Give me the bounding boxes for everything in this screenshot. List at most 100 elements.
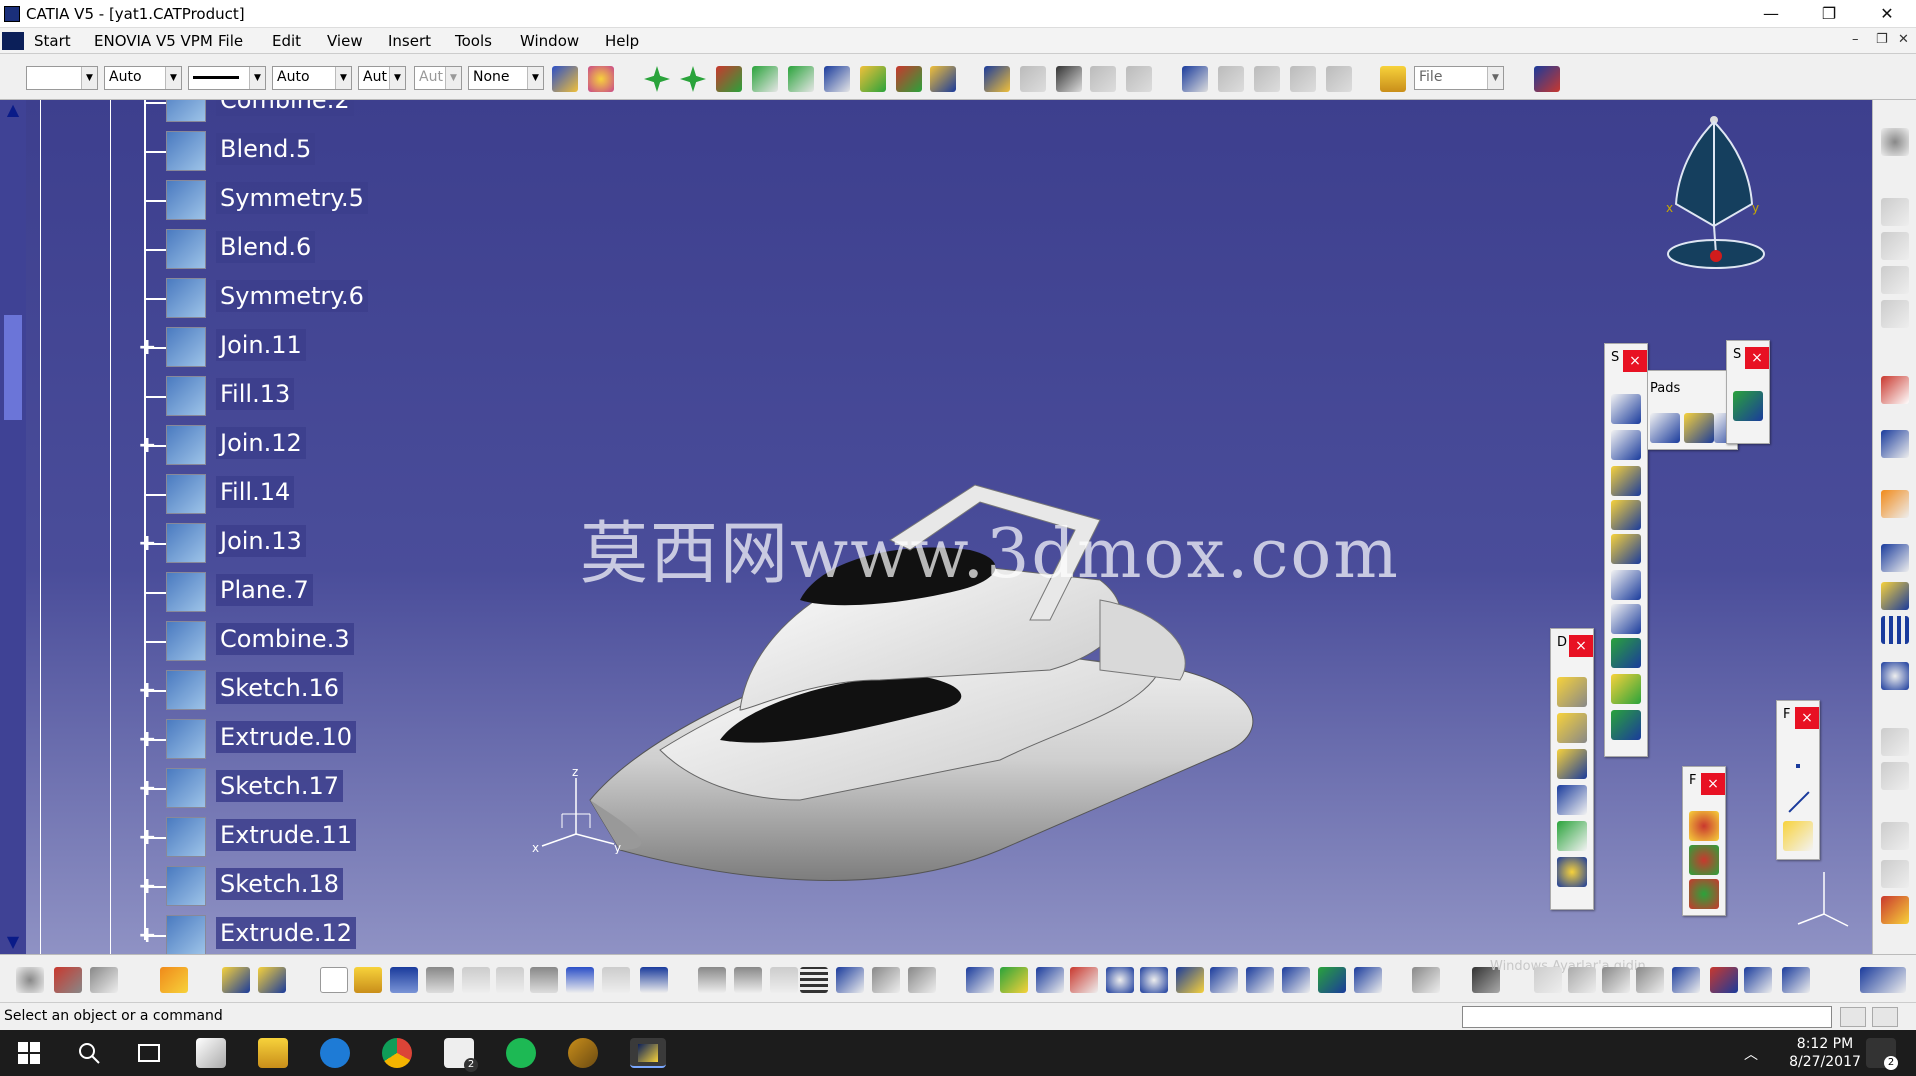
pan-icon[interactable] [1036, 967, 1064, 993]
sketch-based-features-palette[interactable]: S × [1604, 343, 1648, 757]
contact-constraint-icon[interactable] [824, 66, 850, 92]
expand-plus-icon[interactable]: + [138, 876, 158, 898]
removed-multi-sections-icon[interactable] [1611, 710, 1641, 740]
offset-constraint-icon[interactable] [860, 66, 886, 92]
menu-edit[interactable]: Edit [272, 32, 301, 50]
axis-constraint-icon[interactable] [1602, 967, 1630, 993]
cut-icon[interactable] [462, 967, 490, 993]
axis-red-icon[interactable] [1710, 967, 1738, 993]
pocket-icon[interactable] [1611, 430, 1641, 460]
coincidence-constraint-icon[interactable] [788, 66, 814, 92]
chrome-icon[interactable] [382, 1038, 412, 1068]
scan-icon[interactable] [872, 967, 900, 993]
painter-icon[interactable] [552, 66, 578, 92]
hand-tool-icon[interactable] [160, 967, 188, 993]
3d-viewport[interactable]: ▲ ▼ Combine.2 Blend.5 Symmetry.5 Blend.6 Sym… [0, 100, 1872, 954]
knowledge-icon[interactable] [770, 967, 798, 993]
sketch-profile-icon[interactable] [1672, 967, 1700, 993]
specifications-icon[interactable] [1412, 967, 1440, 993]
input-history-icon[interactable] [1872, 1007, 1898, 1027]
windows-start-icon[interactable] [14, 1038, 44, 1068]
zoom-in-icon[interactable] [1106, 967, 1134, 993]
mdi-close-button[interactable]: ✕ [1898, 32, 1909, 47]
layer-combo-disabled[interactable]: Aut ▼ [414, 66, 462, 90]
close-icon[interactable]: × [1569, 635, 1593, 657]
line-thickness-combo[interactable]: ▼ [188, 66, 266, 90]
mdi-minimize-button[interactable]: – [1852, 32, 1859, 47]
explode-icon[interactable] [1254, 66, 1280, 92]
mdi-restore-button[interactable]: ❐ [1876, 32, 1888, 47]
options-gear-icon[interactable] [16, 967, 44, 993]
apply-material-icon[interactable] [1881, 896, 1909, 924]
pattern-icon[interactable] [1881, 616, 1909, 644]
expand-plus-icon[interactable]: + [138, 827, 158, 849]
rotate-view-icon[interactable] [1534, 967, 1562, 993]
zoom-out-icon[interactable] [1140, 967, 1168, 993]
catalog-browser-icon[interactable] [836, 967, 864, 993]
plane-icon[interactable] [1783, 821, 1813, 851]
translation-icon[interactable] [1689, 811, 1719, 841]
slot-icon[interactable] [1611, 604, 1641, 634]
thread-icon[interactable] [1557, 857, 1587, 887]
close-button[interactable]: ✕ [1864, 2, 1910, 26]
yacht-3d-model[interactable] [580, 380, 1280, 920]
copy-icon[interactable] [496, 967, 524, 993]
point-symbol-combo[interactable]: Aut ▼ [358, 66, 406, 90]
file-combo[interactable]: File ▼ [1414, 66, 1504, 90]
catia-taskbar-icon[interactable] [630, 1038, 666, 1068]
bill-of-material-icon[interactable] [1326, 66, 1352, 92]
rib-icon[interactable] [1611, 570, 1641, 600]
thickness-icon[interactable] [1557, 821, 1587, 851]
expand-plus-icon[interactable]: + [138, 533, 158, 555]
define-in-work-object-icon[interactable] [908, 967, 936, 993]
sketch-icon[interactable] [1881, 430, 1909, 458]
menu-start[interactable]: Start [34, 32, 71, 50]
new-file-icon[interactable] [320, 967, 348, 993]
sketch-analysis-icon[interactable] [54, 967, 82, 993]
gear-icon[interactable] [1881, 128, 1909, 156]
snap-icon[interactable] [680, 66, 706, 92]
existing-component-icon[interactable] [1020, 66, 1046, 92]
axis-system-icon[interactable] [1881, 662, 1909, 690]
hole-icon[interactable] [1611, 534, 1641, 564]
line-type-combo[interactable]: Auto ▼ [272, 66, 352, 90]
print-icon[interactable] [426, 967, 454, 993]
warcraft-icon[interactable] [568, 1038, 598, 1068]
menu-tools[interactable]: Tools [455, 32, 492, 50]
grid-icon[interactable] [1881, 728, 1909, 756]
scene-icon[interactable] [1218, 66, 1244, 92]
paste-icon[interactable] [530, 967, 558, 993]
clash-icon[interactable] [1290, 66, 1316, 92]
close-icon[interactable]: × [1623, 350, 1647, 372]
sketcher-icon[interactable] [1733, 391, 1763, 421]
draft-icon[interactable] [1557, 749, 1587, 779]
dress-up-features-palette[interactable]: D × [1550, 628, 1594, 910]
rotation-icon[interactable] [1689, 845, 1719, 875]
compass-icon[interactable]: x y [1652, 114, 1772, 284]
symmetry-icon[interactable] [1689, 879, 1719, 909]
expand-plus-icon[interactable]: + [138, 435, 158, 457]
menu-file[interactable]: File [218, 32, 243, 50]
stack-icon[interactable] [1744, 967, 1772, 993]
power-input-field[interactable] [1462, 1006, 1832, 1028]
menu-insert[interactable]: Insert [388, 32, 431, 50]
comment-icon[interactable] [734, 967, 762, 993]
pdf-icon[interactable] [1881, 376, 1909, 404]
dimension-icon[interactable] [1881, 860, 1909, 888]
secondary-palette[interactable]: S × [1726, 340, 1770, 444]
iso-view-icon[interactable] [1246, 967, 1274, 993]
new-product-icon[interactable] [1056, 66, 1082, 92]
file-explorer-icon[interactable] [258, 1038, 288, 1068]
drafted-pad-icon[interactable] [1684, 413, 1714, 443]
annotation-text-icon[interactable] [1881, 822, 1909, 850]
tree-scrollbar[interactable]: ▲ ▼ [0, 100, 26, 954]
expand-plus-icon[interactable]: + [138, 337, 158, 359]
publication-icon[interactable] [1182, 66, 1208, 92]
pads-sub-palette[interactable]: Pads [1648, 370, 1744, 450]
minimize-button[interactable]: — [1748, 2, 1794, 26]
manipulation-icon[interactable] [752, 66, 778, 92]
search-icon[interactable] [74, 1038, 104, 1068]
scrollbar-thumb[interactable] [4, 315, 22, 420]
replace-component-icon[interactable] [1126, 66, 1152, 92]
shaft-icon[interactable] [1611, 466, 1641, 496]
